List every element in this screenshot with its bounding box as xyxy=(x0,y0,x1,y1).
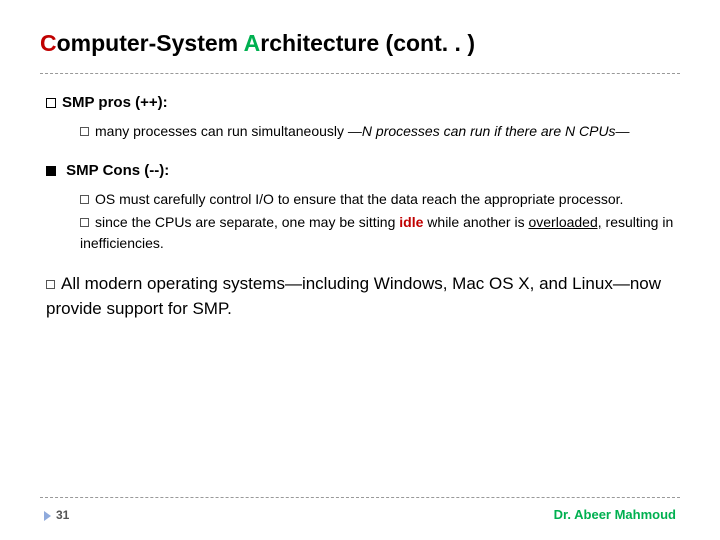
cons2-pre: since the CPUs are separate, one may be … xyxy=(95,214,399,230)
title-part1: omputer-System xyxy=(57,30,244,56)
modern-pre: All xyxy=(61,274,80,293)
slide-title: Computer-System Architecture (cont. . ) xyxy=(40,30,680,57)
cons2-over: overloaded, xyxy=(528,214,601,230)
cons-label: SMP Cons (--): xyxy=(62,162,169,179)
box-bullet-icon xyxy=(46,280,55,289)
title-char-c: C xyxy=(40,30,57,56)
cons-item1-text: OS must carefully control I/O to ensure … xyxy=(95,191,623,207)
cons2-mid: while another is xyxy=(423,214,528,230)
modern-paragraph: All modern operating systems—including W… xyxy=(46,272,680,321)
cons-heading: SMP Cons (--): xyxy=(46,160,680,181)
divider-bottom xyxy=(40,497,680,498)
pros-prefix: SMP xyxy=(62,94,94,111)
page-number: 31 xyxy=(56,508,69,522)
pros-heading: SMP pros (++): xyxy=(46,92,680,113)
box-bullet-icon xyxy=(80,218,89,227)
pros-suffix: pros (++): xyxy=(94,94,167,111)
author-name: Dr. Abeer Mahmoud xyxy=(554,507,676,522)
square-bullet-filled-icon xyxy=(46,166,56,176)
pros-item: many processes can run simultaneously —N… xyxy=(80,121,680,142)
cons-item-1: OS must carefully control I/O to ensure … xyxy=(80,189,680,210)
box-bullet-icon xyxy=(80,127,89,136)
square-bullet-icon xyxy=(46,98,56,108)
pros-text-pre: many processes can run simultaneously xyxy=(95,123,348,139)
slide-body: SMP pros (++): many processes can run si… xyxy=(40,92,680,321)
box-bullet-icon xyxy=(80,195,89,204)
pros-text-em: —N processes can run if there are N CPUs… xyxy=(348,123,630,139)
title-char-a: A xyxy=(244,30,261,56)
triangle-icon xyxy=(44,511,51,521)
cons-items: OS must carefully control I/O to ensure … xyxy=(80,189,680,254)
title-part2: rchitecture (cont. . ) xyxy=(260,30,475,56)
modern-text: modern operating systems—including Windo… xyxy=(46,274,661,318)
divider-top xyxy=(40,73,680,74)
cons2-idle: idle xyxy=(399,214,423,230)
cons-item-2: since the CPUs are separate, one may be … xyxy=(80,212,680,254)
